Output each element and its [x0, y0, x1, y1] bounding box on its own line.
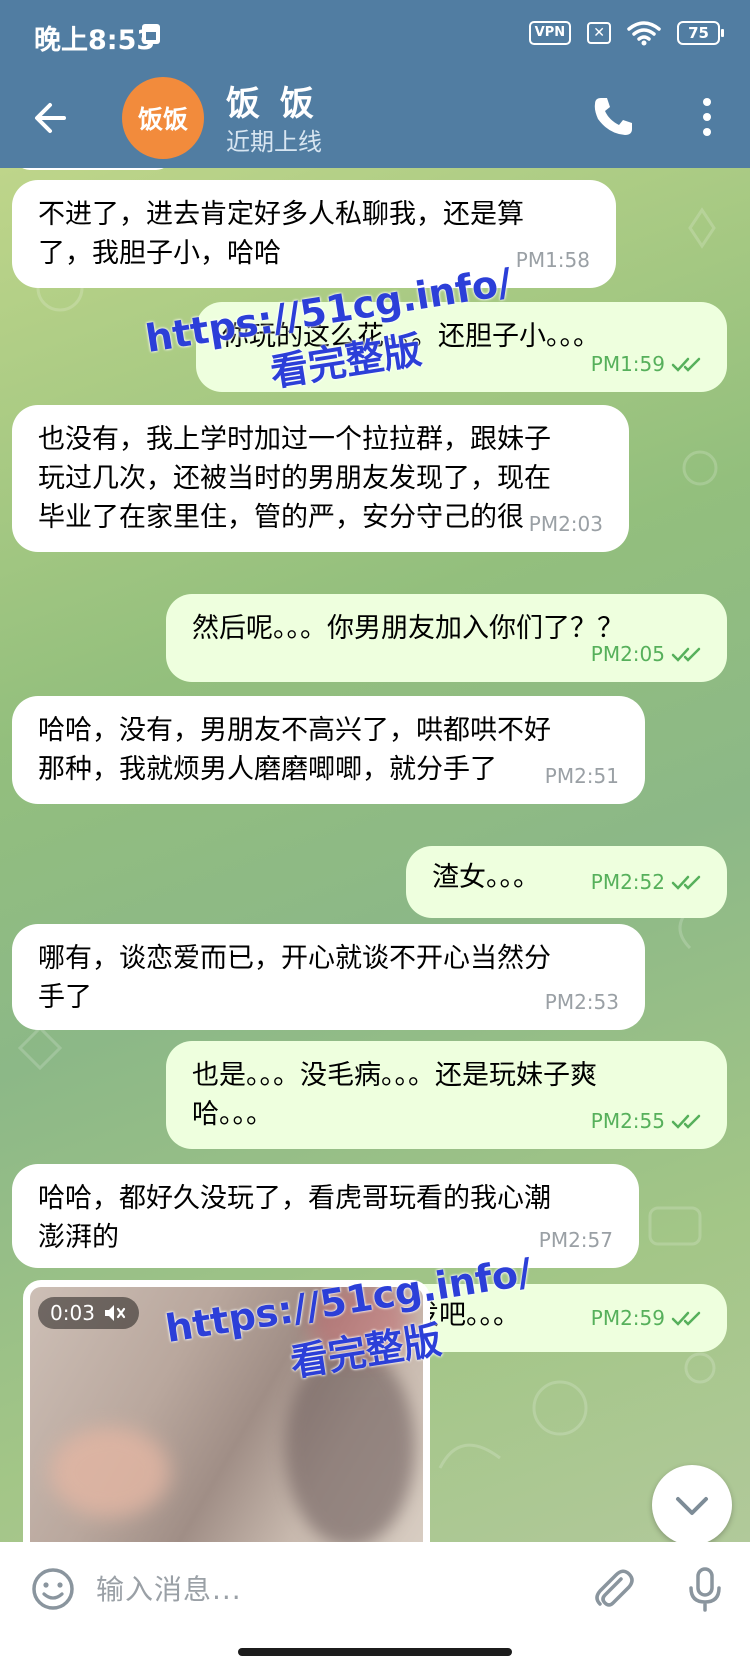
more-menu-icon[interactable] [682, 92, 732, 142]
chat-area[interactable]: 不进了，进去肯定好多人私聊我，还是算 了，我胆子小，哈哈 PM1:58 你玩的这… [0, 168, 750, 1542]
message-bubble-incoming[interactable]: 不进了，进去肯定好多人私聊我，还是算 了，我胆子小，哈哈 PM1:58 [12, 180, 616, 288]
speaker-muted-icon[interactable] [103, 1303, 127, 1323]
contact-status: 近期上线 [226, 128, 322, 156]
video-duration-badge[interactable]: 0:03 [38, 1297, 139, 1329]
battery-icon: 75 [677, 21, 724, 45]
back-arrow-icon[interactable] [24, 90, 80, 146]
message-time: PM2:03 [528, 512, 603, 536]
message-bubble-incoming[interactable]: 哈哈，都好久没玩了，看虎哥玩看的我心潮 澎湃的 PM2:57 [12, 1164, 639, 1268]
status-time: 晚上8:53 [34, 25, 156, 56]
home-indicator[interactable] [238, 1648, 512, 1656]
message-time: PM2:55 [591, 1102, 703, 1141]
message-bubble-partial [14, 168, 172, 170]
double-check-icon [671, 647, 701, 662]
message-time: PM2:57 [538, 1228, 613, 1252]
double-check-icon [671, 1311, 701, 1326]
microphone-icon[interactable] [680, 1564, 730, 1614]
message-bubble-incoming[interactable]: 也没有，我上学时加过一个拉拉群，跟妹子 玩过几次，还被当时的男朋友发现了，现在 … [12, 405, 629, 552]
no-sim-icon: ✕ [587, 22, 612, 44]
contact-name[interactable]: 饭 饭 [226, 76, 318, 125]
message-time: PM2:53 [544, 990, 619, 1014]
status-bar: 晚上8:53 VPN ✕ 75 [0, 0, 750, 72]
video-duration: 0:03 [50, 1301, 95, 1325]
phone-icon[interactable] [588, 92, 638, 142]
emoji-icon[interactable] [28, 1564, 78, 1614]
message-bubble-incoming[interactable]: 哪有，谈恋爱而已，开心就谈不开心当然分 手了 PM2:53 [12, 924, 645, 1030]
scroll-down-button[interactable] [652, 1465, 732, 1542]
double-check-icon [671, 1114, 701, 1129]
message-bubble-outgoing[interactable]: 也是。。。没毛病。。。还是玩妹子爽 哈。。。 PM2:55 [166, 1041, 727, 1149]
gesture-nav-bar [0, 1638, 750, 1667]
message-input-bar: 输入消息... [0, 1542, 750, 1638]
message-time: PM1:59 [591, 345, 703, 384]
message-time: PM2:59 [591, 1299, 703, 1338]
message-time: PM2:05 [591, 635, 703, 674]
message-bubble-incoming[interactable]: 哈哈，没有，男朋友不高兴了，哄都哄不好 那种，我就烦男人磨磨唧唧，就分手了 PM… [12, 696, 645, 804]
double-check-icon [671, 875, 701, 890]
video-thumbnail-shape [50, 1427, 170, 1517]
paperclip-icon[interactable] [588, 1564, 638, 1614]
message-bubble-outgoing[interactable]: 然后呢。。。你男朋友加入你们了？？ PM2:05 [166, 594, 727, 682]
message-time: PM2:51 [544, 764, 619, 788]
wifi-icon [627, 21, 661, 46]
sim-card-icon [142, 24, 160, 44]
chat-header: 饭饭 饭 饭 近期上线 [0, 72, 750, 168]
message-bubble-outgoing[interactable]: 渣女。。。 PM2:52 [406, 846, 727, 918]
message-time: PM1:58 [515, 248, 590, 272]
message-input[interactable]: 输入消息... [96, 1568, 242, 1608]
message-time: PM2:52 [591, 863, 703, 902]
vpn-icon: VPN [528, 21, 572, 45]
double-check-icon [671, 357, 701, 372]
avatar[interactable]: 饭饭 [122, 77, 204, 159]
chevron-down-icon [676, 1497, 708, 1515]
